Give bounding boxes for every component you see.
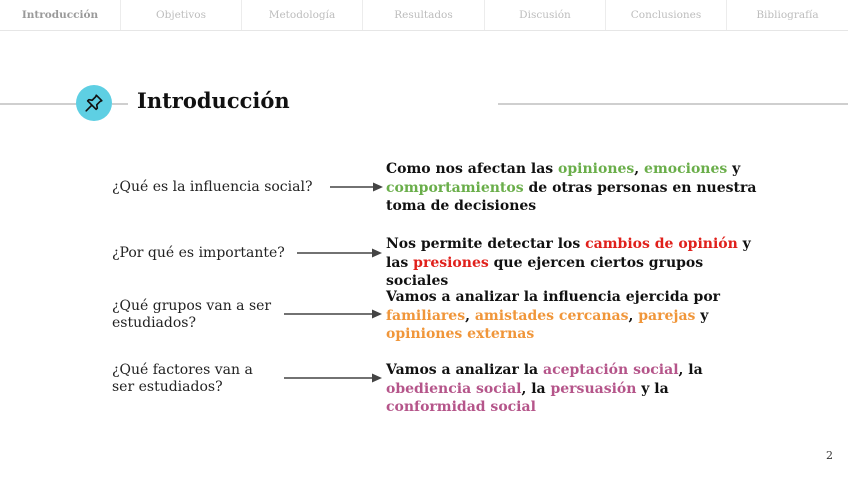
section-nav: Introducción Objetivos Metodología Resul… [0, 0, 848, 31]
highlight-term: familiares [386, 307, 466, 324]
answer-text: , [465, 307, 475, 324]
title-rule-left [0, 103, 78, 105]
answer-2: Nos permite detectar los cambios de opin… [386, 235, 766, 291]
arrow-4 [284, 373, 382, 383]
title-rule-mid [112, 103, 128, 105]
answer-text: Nos permite detectar los [386, 236, 586, 252]
tab-bibliografia[interactable]: Bibliografía [727, 0, 848, 30]
tab-resultados[interactable]: Resultados [363, 0, 485, 30]
highlight-term: obediencia social [386, 380, 522, 397]
answer-text: , [634, 161, 645, 177]
question-4: ¿Qué factores van a ser estudiados? [112, 362, 253, 395]
arrow-2 [297, 248, 382, 258]
page-title: Introducción [137, 88, 290, 113]
highlight-term: parejas [638, 307, 696, 324]
highlight-term: amistades cercanas [474, 307, 629, 324]
question-1: ¿Qué es la influencia social? [112, 179, 313, 195]
highlight-term: opiniones externas [386, 326, 535, 342]
answer-text: Vamos a analizar la influencia ejercida … [386, 289, 721, 305]
arrow-3 [284, 309, 382, 319]
answer-text: y la [636, 380, 669, 397]
answer-4: Vamos a analizar la aceptación social, l… [386, 361, 766, 417]
title-badge [76, 85, 112, 121]
pushpin-icon [85, 94, 103, 112]
highlight-term: persuasión [550, 380, 637, 397]
highlight-term: conformidad social [386, 399, 536, 415]
question-3: ¿Qué grupos van a ser estudiados? [112, 298, 272, 331]
answer-1: Como nos afectan las opiniones, emocione… [386, 160, 766, 216]
question-2: ¿Por qué es importante? [112, 245, 285, 261]
answer-3: Vamos a analizar la influencia ejercida … [386, 288, 766, 344]
answer-text: y [727, 161, 741, 177]
title-rule-right [498, 103, 848, 105]
highlight-term: emociones [644, 161, 728, 177]
tab-introduccion[interactable]: Introducción [0, 0, 121, 30]
highlight-term: presiones [413, 254, 489, 271]
tab-discusion[interactable]: Discusión [485, 0, 606, 30]
highlight-term: cambios de opinión [585, 236, 738, 252]
answer-text: , [628, 307, 639, 324]
page-number: 2 [826, 449, 833, 462]
highlight-term: opiniones [558, 161, 635, 177]
answer-text: , la [678, 362, 703, 378]
highlight-term: aceptación social [543, 362, 679, 378]
tab-conclusiones[interactable]: Conclusiones [606, 0, 727, 30]
answer-text: , la [521, 380, 551, 397]
tab-objetivos[interactable]: Objetivos [121, 0, 242, 30]
answer-text: Vamos a analizar la [386, 362, 543, 378]
highlight-term: comportamientos [386, 179, 524, 196]
arrow-1 [330, 182, 383, 192]
answer-text: Como nos afectan las [386, 161, 559, 177]
tab-metodologia[interactable]: Metodología [242, 0, 363, 30]
answer-text: y [695, 307, 709, 324]
